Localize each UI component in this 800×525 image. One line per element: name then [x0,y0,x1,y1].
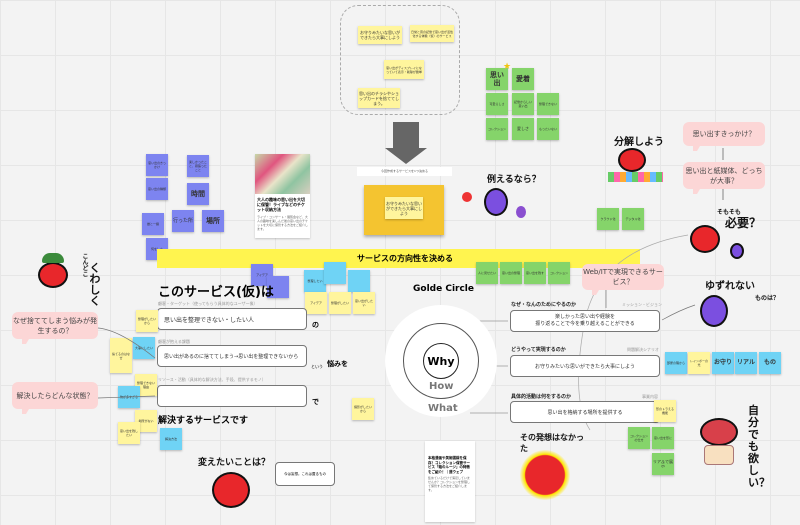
purple-character[interactable] [484,188,508,216]
sticky-note[interactable]: 形のトラえる機能 [654,400,676,422]
sticker-mono-text: ものは？ [755,295,780,302]
tomato-fruit-icon [462,192,472,202]
article2-title: 本格漫画や美術図録を保存！コレクション保管サービス「箱のルージ」の特徴をご紹介！… [428,456,470,474]
bubble-paper[interactable]: 思い出と紙媒体、どっちが大事？ [683,162,765,194]
cake-icon [704,445,734,465]
sticky-note[interactable]: 思い出を形に [652,427,674,449]
tomato-character[interactable] [700,418,738,446]
what-label[interactable]: What [428,403,458,414]
sticker-jibun-text: 自分でも欲しい？ [748,404,770,489]
purple-character[interactable] [730,243,744,259]
grape-icon [516,206,526,218]
sticky-mono[interactable]: もの [759,352,781,374]
why-circle[interactable]: Why [423,343,459,379]
sticker-kuwashiku-text: くわしく [88,262,101,306]
bubble-trigger[interactable]: 思い出すきっかけ？ [683,122,765,151]
sticky-note[interactable]: リアルで展示 [652,453,674,475]
sticker-yuzurenai-text: ゆずれない [705,281,755,292]
section-how-tag: 問題解決シナリオ [627,347,659,352]
tomato-character[interactable] [212,472,250,508]
sticker-hitsuyou-text: 必要？ [725,216,762,230]
article-card-2[interactable]: 本格漫画や美術図録を保存！コレクション保管サービス「箱のルージ」の特徴をご紹介！… [425,441,475,522]
sticky-note[interactable]: クラウド化 [597,208,619,230]
section-why-tag: ミッション・ビジョン [622,302,662,307]
tomato-character[interactable] [690,225,720,253]
green-hat-icon [42,253,64,263]
tomato-character[interactable] [618,148,646,172]
sticky-note[interactable]: デジタル化 [622,208,644,230]
blocks-icon [608,172,663,182]
section-what-input[interactable]: 思い出を格納する場所を提供する [510,401,660,423]
section-how-heading: どうやって実現するのか [511,347,566,353]
article2-body: 集めているだけで満足していませんか？コレクションを整理して保管する方法をご紹介し… [428,476,471,492]
lightning-burst-icon [520,450,570,500]
speech-box[interactable]: 今は妄想。これは置るもの [275,462,335,486]
bubble-webit[interactable]: Web/ITで実現できるサービス？ [582,264,664,295]
sticker-kaetai-text: 変えたいことは？ [198,458,271,468]
sticker-tatoeru-text: 例えるなら？ [487,175,541,185]
sticker-kaiketsu-text: 分解しよう [614,137,664,148]
section-how-input[interactable]: お守りみたいな思いができたら大事にしよう [510,355,660,377]
section-what-heading: 具体的活動は何をするのか [511,394,572,400]
sticky-real[interactable]: リアル [735,352,757,374]
sticky-omamori[interactable]: お守り [712,352,734,374]
connector-lines [97,148,724,431]
purple-character[interactable] [700,295,728,327]
sticky-note[interactable]: コレクションの仕方 [628,427,650,449]
golden-circle-title: Golde Circle [413,284,474,294]
sticky-note[interactable]: 部屋の隅から [665,352,687,374]
how-label[interactable]: How [429,381,453,392]
section-why-heading: なぜ・なんのためにやるのか [511,302,577,308]
section-why-input[interactable]: 楽しかった思い出や経験を 振り返ることで今を乗り越えることができる [510,310,660,332]
sticky-note[interactable]: レインボーの光 [688,352,710,374]
tomato-character[interactable] [38,262,68,288]
